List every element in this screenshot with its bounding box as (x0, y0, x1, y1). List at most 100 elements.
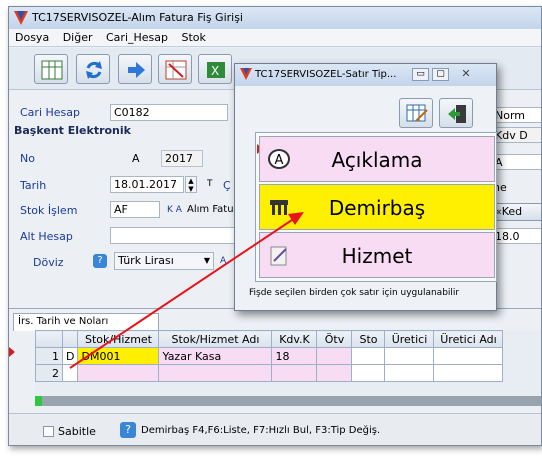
cell-uretici-adi[interactable] (433, 347, 504, 365)
cell-uretici[interactable] (384, 364, 435, 382)
tarih-label: Tarih (20, 179, 47, 192)
grid-delete-icon (165, 60, 187, 80)
row-type[interactable]: D (61, 347, 79, 365)
option-hizmet[interactable]: Hizmet (259, 232, 495, 278)
row-number: 2 (35, 364, 63, 382)
grid-table: Stok/Hizmet Stok/Hizmet Adı Kdv.K Ötv St… (35, 330, 504, 382)
grid-edit-button[interactable] (158, 54, 192, 84)
grid-corner (35, 330, 63, 348)
alt-hesap-field[interactable] (110, 227, 236, 244)
right-field-a[interactable]: A (491, 154, 541, 170)
next-button[interactable] (118, 54, 152, 84)
option-aciklama[interactable]: A Açıklama (259, 136, 495, 182)
refresh-button[interactable] (76, 54, 110, 84)
window-title: TC17SERVISOZEL-Alım Fatura Fiş Girişi (32, 11, 243, 24)
tarih-field[interactable]: 18.01.2017 (110, 176, 184, 193)
table-row[interactable]: 1 D DM001 Yazar Kasa 18 (35, 347, 504, 365)
cell-otv[interactable] (316, 347, 353, 365)
row-pointer-icon (9, 347, 15, 357)
status-bar: Sabitle ? Demirbaş F4,F6:Liste, F7:Hızlı… (9, 413, 541, 445)
grid-footer (35, 396, 541, 406)
option-demirbas-label: Demirbaş (328, 196, 426, 220)
cell-sto[interactable] (351, 364, 386, 382)
table-row[interactable]: 2 (35, 364, 504, 382)
cell-uretici-adi[interactable] (433, 364, 504, 382)
minimize-button[interactable]: ▭ (412, 68, 429, 81)
cell-otv[interactable] (316, 364, 353, 382)
popup-table-button[interactable] (399, 98, 433, 128)
cell-kdv[interactable] (271, 364, 318, 382)
tab-irs-tarih[interactable]: İrs. Tarih ve Noları (13, 313, 159, 331)
title-bar: TC17SERVISOZEL-Alım Fatura Fiş Girişi (9, 7, 541, 29)
sabitle-label: Sabitle (58, 425, 96, 438)
no-year-field[interactable]: 2017 (161, 150, 203, 167)
row-type-popup: TC17SERVISOZEL-Satır Tip... ▭ ▢ ✕ A Açık… (234, 63, 497, 311)
doviz-select[interactable]: Türk Lirası ▼ (114, 252, 214, 270)
menu-cari-hesap[interactable]: Cari_Hesap (106, 31, 168, 44)
stok-islem-label: Stok İşlem (20, 204, 78, 217)
help-icon[interactable]: ? (93, 254, 107, 268)
doviz-label: Döviz (33, 256, 64, 269)
doviz-a[interactable]: A (220, 256, 226, 266)
row-number: 1 (35, 347, 63, 365)
stok-islem-field[interactable]: AF (110, 201, 160, 218)
app-logo-icon (14, 11, 28, 25)
excel-icon: X (207, 62, 225, 78)
table-icon (41, 60, 63, 80)
grid-type-header (61, 330, 79, 348)
app-logo-icon (240, 68, 252, 80)
option-aciklama-label: Açıklama (331, 148, 423, 172)
maximize-button[interactable]: ▢ (432, 68, 449, 81)
tarih-t-button[interactable]: T (207, 179, 213, 189)
right-button-ked[interactable]: «Ked (491, 203, 541, 221)
popup-footer-note: Fişde seçilen birden çok satır için uygu… (249, 288, 460, 298)
col-stok-hizmet-adi[interactable]: Stok/Hizmet Adı (158, 330, 273, 348)
help-icon[interactable]: ? (120, 422, 136, 438)
svg-text:X: X (211, 64, 219, 78)
close-icon[interactable]: ✕ (455, 67, 477, 81)
popup-exit-button[interactable] (439, 98, 473, 128)
menu-diger[interactable]: Diğer (63, 31, 93, 44)
cell-code[interactable]: DM001 (77, 347, 160, 365)
alt-hesap-label: Alt Hesap (20, 230, 73, 243)
col-uretici[interactable]: Üretici (384, 330, 435, 348)
col-uretici-adi[interactable]: Üretici Adı (433, 330, 504, 348)
col-sto[interactable]: Sto (351, 330, 386, 348)
tarih-c-label: Ç (223, 179, 231, 192)
menu-bar: Dosya Diğer Cari_Hesap Stok (9, 29, 541, 47)
stok-islem-ka[interactable]: K A (167, 205, 182, 215)
cell-kdv[interactable]: 18 (271, 347, 318, 365)
menu-stok[interactable]: Stok (182, 31, 206, 44)
stamp-icon (270, 200, 288, 215)
no-series[interactable]: A (132, 152, 140, 165)
doviz-value: Türk Lirası (118, 254, 174, 267)
popup-title: TC17SERVISOZEL-Satır Tip... (255, 69, 397, 80)
table-button[interactable] (34, 54, 68, 84)
popup-title-bar: TC17SERVISOZEL-Satır Tip... ▭ ▢ ✕ (235, 64, 496, 86)
cell-sto[interactable] (351, 347, 386, 365)
menu-dosya[interactable]: Dosya (15, 31, 49, 44)
right-field-norm[interactable]: Norm (491, 107, 541, 123)
right-field-kdv[interactable]: Kdv D (491, 127, 541, 143)
refresh-icon (86, 61, 102, 79)
stok-islem-desc: Alım Fatur (187, 204, 238, 215)
sabitle-checkbox[interactable] (43, 426, 54, 437)
chevron-down-icon: ▼ (203, 256, 210, 265)
cell-name[interactable] (158, 364, 273, 382)
cell-name[interactable]: Yazar Kasa (158, 347, 273, 365)
grid-footer-indicator (35, 396, 42, 406)
right-field-date[interactable]: 18.0 (491, 228, 541, 244)
col-kdv[interactable]: Kdv.K (271, 330, 318, 348)
grid-pencil-icon (406, 104, 428, 122)
cell-code[interactable] (77, 364, 160, 382)
date-spinner[interactable]: ▲ ▼ (185, 176, 197, 193)
export-button[interactable]: X (198, 54, 232, 84)
exit-door-icon (448, 105, 466, 123)
col-otv[interactable]: Ötv (316, 330, 353, 348)
row-type[interactable] (61, 364, 79, 382)
col-stok-hizmet[interactable]: Stok/Hizmet (77, 330, 160, 348)
cell-uretici[interactable] (384, 347, 435, 365)
cari-hesap-field[interactable]: C0182 (110, 104, 228, 121)
option-demirbas[interactable]: Demirbaş (259, 184, 495, 230)
pen-paper-icon (270, 246, 287, 266)
